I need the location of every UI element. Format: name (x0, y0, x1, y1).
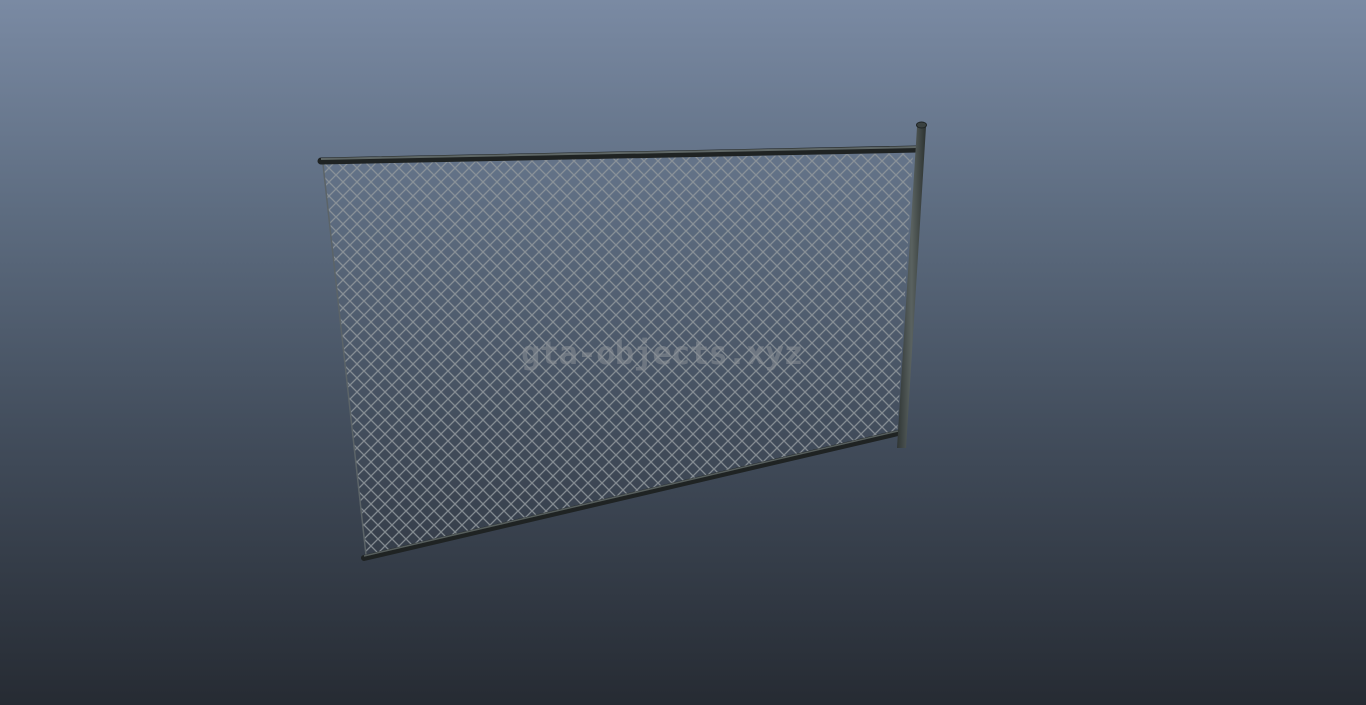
model-viewport[interactable]: gta-objects.xyz (0, 0, 1366, 705)
chain-link-fence-icon (317, 121, 927, 561)
fence-post-cap (916, 121, 927, 129)
fence-mesh (323, 153, 913, 555)
